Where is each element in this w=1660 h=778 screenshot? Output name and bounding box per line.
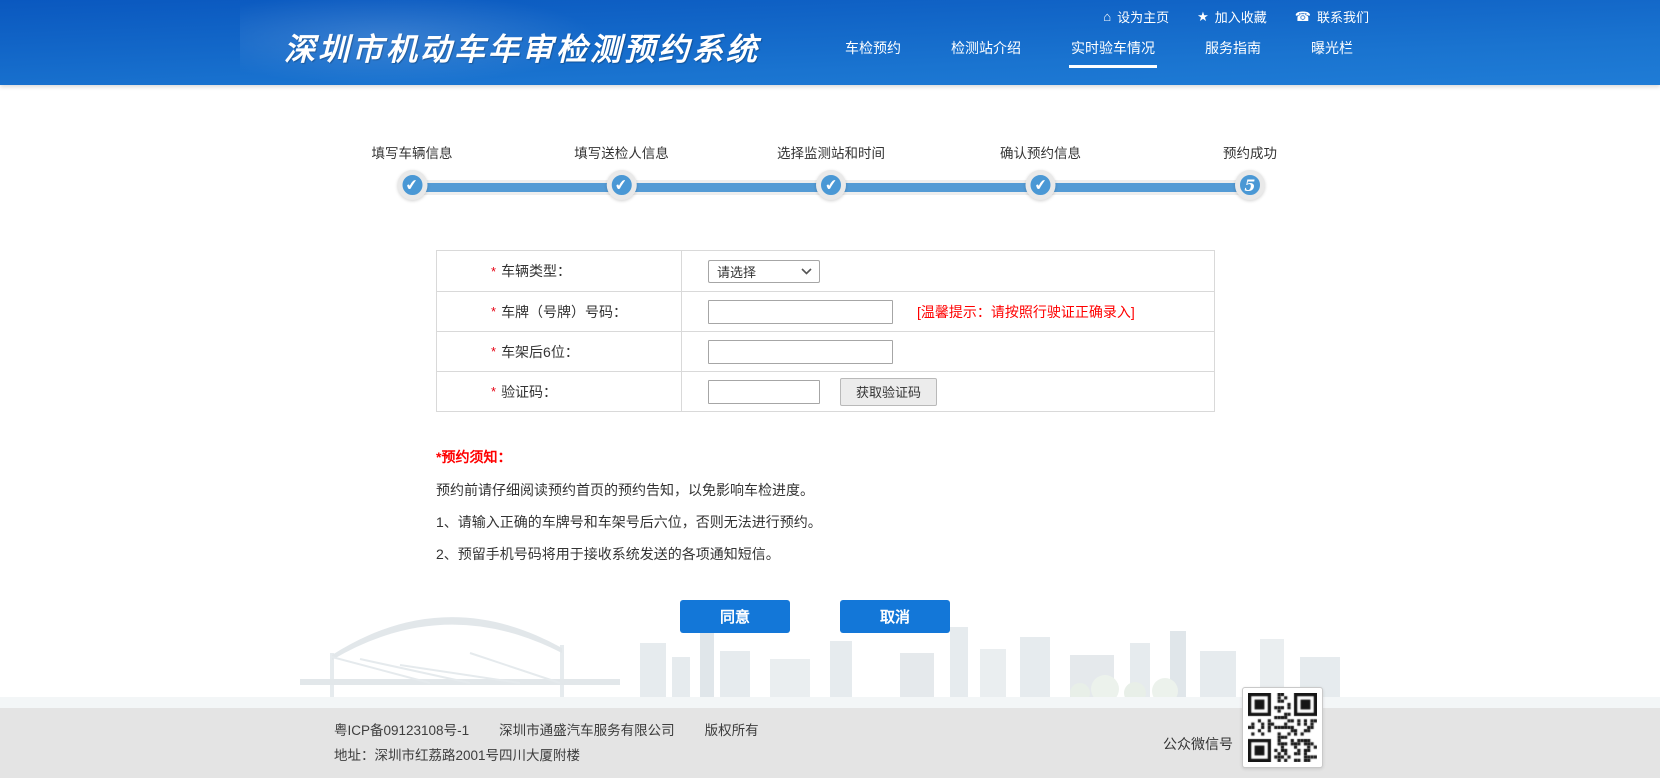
footer-text: 粤ICP备09123108号-1 深圳市通盛汽车服务有限公司 版权所有 地址：深圳市… bbox=[334, 718, 759, 768]
check-icon: ✔ bbox=[614, 175, 628, 194]
vin-last6-label: * 车架后6位： bbox=[437, 332, 682, 371]
step-label: 预约成功 bbox=[1223, 142, 1277, 162]
step-label: 填写车辆信息 bbox=[372, 142, 453, 162]
step-current-circle: 5 bbox=[1235, 170, 1265, 200]
set-homepage-link[interactable]: ⌂ 设为主页 bbox=[1103, 7, 1169, 26]
step-done-circle: ✔ bbox=[1026, 170, 1056, 200]
main-nav: 车检预约 检测站介绍 实时验车情况 服务指南 曝光栏 bbox=[845, 38, 1353, 74]
notice-line-1: 1、请输入正确的车牌号和车架号后六位，否则无法进行预约。 bbox=[436, 514, 822, 531]
label-text: 验证码： bbox=[501, 382, 557, 402]
topbar: ⌂ 设为主页 ★ 加入收藏 ☎ 联系我们 bbox=[1103, 7, 1369, 26]
form-row-captcha: * 验证码： 获取验证码 bbox=[437, 371, 1214, 411]
check-icon: ✔ bbox=[405, 175, 419, 194]
required-mark: * bbox=[491, 344, 496, 359]
header: ⌂ 设为主页 ★ 加入收藏 ☎ 联系我们 深圳市机动车年审检测预约系统 车检预约… bbox=[0, 0, 1660, 85]
label-text: 车架后6位： bbox=[501, 342, 579, 362]
step-2-inspector-info: 填写送检人信息 ✔ bbox=[574, 142, 669, 200]
plate-number-hint: [温馨提示：请按照行驶证正确录入] bbox=[917, 302, 1135, 322]
vehicle-type-field: 请选择 bbox=[682, 251, 1214, 291]
site-title: 深圳市机动车年审检测预约系统 bbox=[284, 24, 760, 69]
notice-title: *预约须知： bbox=[436, 447, 822, 467]
captcha-label: * 验证码： bbox=[437, 372, 682, 411]
step-3-station-time: 选择监测站和时间 ✔ bbox=[777, 142, 885, 200]
phone-icon: ☎ bbox=[1295, 10, 1311, 23]
check-icon: ✔ bbox=[1033, 175, 1047, 194]
footer-address: 地址：深圳市红荔路2001号四川大厦附楼 bbox=[334, 743, 759, 768]
footer: 粤ICP备09123108号-1 深圳市通盛汽车服务有限公司 版权所有 地址：深圳市… bbox=[0, 708, 1660, 778]
step-5-success: 预约成功 5 bbox=[1223, 142, 1277, 200]
steps-progress: 填写车辆信息 ✔ 填写送检人信息 ✔ 选择监测站和时间 ✔ 确认预约信息 ✔ 预… bbox=[412, 142, 1250, 214]
get-captcha-button[interactable]: 获取验证码 bbox=[840, 378, 937, 406]
vin-last6-input[interactable] bbox=[708, 340, 893, 364]
selected-option: 请选择 bbox=[717, 262, 756, 281]
label-text: 车牌（号牌）号码： bbox=[501, 302, 627, 322]
notice-line-2: 2、预留手机号码将用于接收系统发送的各项通知短信。 bbox=[436, 546, 822, 563]
footer-line-1: 粤ICP备09123108号-1 深圳市通盛汽车服务有限公司 版权所有 bbox=[334, 718, 759, 743]
nav-vehicle-inspection-booking[interactable]: 车检预约 bbox=[845, 38, 901, 74]
step-4-confirm-info: 确认预约信息 ✔ bbox=[1000, 142, 1081, 200]
plate-number-label: * 车牌（号牌）号码： bbox=[437, 292, 682, 331]
vin-last6-field bbox=[682, 332, 1214, 371]
home-icon: ⌂ bbox=[1103, 10, 1111, 23]
vehicle-type-select[interactable]: 请选择 bbox=[708, 260, 820, 283]
vehicle-form: * 车辆类型： 请选择 * 车牌（号牌）号码： [温馨提示：请按照行驶证正确录入… bbox=[436, 250, 1215, 412]
nav-service-guide[interactable]: 服务指南 bbox=[1205, 38, 1261, 74]
captcha-input[interactable] bbox=[708, 380, 820, 404]
nav-station-intro[interactable]: 检测站介绍 bbox=[951, 38, 1021, 74]
agree-button[interactable]: 同意 bbox=[680, 600, 790, 633]
step-done-circle: ✔ bbox=[397, 170, 427, 200]
captcha-field: 获取验证码 bbox=[682, 372, 1214, 411]
nav-realtime-inspection-status[interactable]: 实时验车情况 bbox=[1071, 38, 1155, 74]
copyright-label: 版权所有 bbox=[705, 723, 759, 738]
add-favorite-link[interactable]: ★ 加入收藏 bbox=[1197, 7, 1267, 26]
plate-number-input[interactable] bbox=[708, 300, 893, 324]
form-row-plate-number: * 车牌（号牌）号码： [温馨提示：请按照行驶证正确录入] bbox=[437, 291, 1214, 331]
star-icon: ★ bbox=[1197, 10, 1209, 23]
step-done-circle: ✔ bbox=[816, 170, 846, 200]
required-mark: * bbox=[491, 264, 496, 279]
check-icon: ✔ bbox=[824, 175, 838, 194]
qr-code-canvas bbox=[1248, 693, 1317, 762]
add-favorite-label: 加入收藏 bbox=[1215, 7, 1267, 26]
notice-line-intro: 预约前请仔细阅读预约首页的预约告知，以免影响车检进度。 bbox=[436, 482, 822, 499]
form-row-vin-last6: * 车架后6位： bbox=[437, 331, 1214, 371]
set-homepage-label: 设为主页 bbox=[1117, 7, 1169, 26]
chevron-down-icon bbox=[801, 268, 812, 275]
step-label: 确认预约信息 bbox=[1000, 142, 1081, 162]
step-label: 选择监测站和时间 bbox=[777, 142, 885, 162]
step-1-vehicle-info: 填写车辆信息 ✔ bbox=[372, 142, 453, 200]
contact-us-link[interactable]: ☎ 联系我们 bbox=[1295, 7, 1369, 26]
icp-number: 粤ICP备09123108号-1 bbox=[334, 723, 469, 738]
plate-number-field: [温馨提示：请按照行驶证正确录入] bbox=[682, 292, 1214, 331]
wechat-qr-code bbox=[1242, 687, 1323, 768]
city-skyline-watermark bbox=[0, 593, 1660, 708]
wechat-account-label: 公众微信号 bbox=[1163, 734, 1233, 754]
form-row-vehicle-type: * 车辆类型： 请选择 bbox=[437, 251, 1214, 291]
cancel-button[interactable]: 取消 bbox=[840, 600, 950, 633]
company-name: 深圳市通盛汽车服务有限公司 bbox=[499, 723, 675, 738]
label-text: 车辆类型： bbox=[501, 261, 571, 281]
nav-exposure-board[interactable]: 曝光栏 bbox=[1311, 38, 1353, 74]
vehicle-type-label: * 车辆类型： bbox=[437, 251, 682, 291]
required-mark: * bbox=[491, 384, 496, 399]
step-label: 填写送检人信息 bbox=[574, 142, 669, 162]
required-mark: * bbox=[491, 304, 496, 319]
contact-us-label: 联系我们 bbox=[1317, 7, 1369, 26]
step-number: 5 bbox=[1244, 176, 1255, 195]
booking-notice: *预约须知： 预约前请仔细阅读预约首页的预约告知，以免影响车检进度。 1、请输入… bbox=[436, 447, 822, 563]
step-done-circle: ✔ bbox=[607, 170, 637, 200]
